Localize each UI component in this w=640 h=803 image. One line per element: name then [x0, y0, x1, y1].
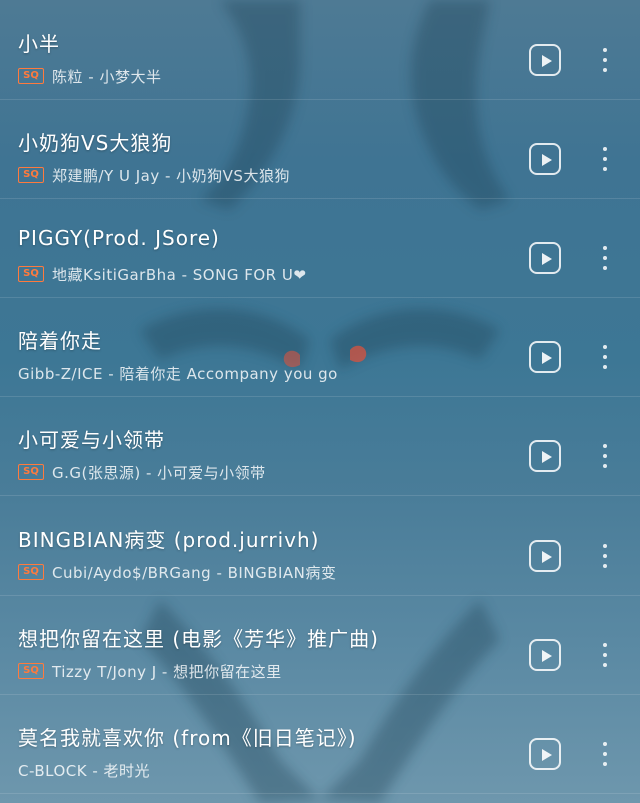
play-icon[interactable] — [529, 44, 561, 76]
song-artist-album: Cubi/Aydo$/BRGang - BINGBIAN病变 — [52, 563, 337, 582]
play-icon[interactable] — [529, 440, 561, 472]
song-subtitle: SQ 地藏KsitiGarBha - SONG FOR U❤ — [18, 264, 306, 284]
song-title: 小奶狗VS大狼狗 — [18, 131, 173, 155]
song-row[interactable]: 小半 SQ 陈粒 - 小梦大半 — [0, 0, 640, 100]
sq-quality-badge: SQ — [18, 167, 44, 183]
song-artist-album: C-BLOCK - 老时光 — [18, 761, 151, 780]
song-row[interactable]: 想把你留在这里 (电影《芳华》推广曲) SQ Tizzy T/Jony J - 想把… — [0, 595, 640, 695]
song-title: 小半 — [18, 32, 60, 56]
song-row[interactable]: 小奶狗VS大狼狗 SQ 郑建鹏/Y U Jay - 小奶狗VS大狼狗 — [0, 99, 640, 199]
song-title: 想把你留在这里 (电影《芳华》推广曲) — [18, 627, 379, 651]
song-artist-album: 地藏KsitiGarBha - SONG FOR U❤ — [52, 265, 307, 284]
song-title: PIGGY(Prod. JSore) — [18, 226, 220, 250]
play-icon[interactable] — [529, 341, 561, 373]
sq-quality-badge: SQ — [18, 663, 44, 679]
song-title: 小可爱与小领带 — [18, 428, 165, 452]
song-subtitle: SQ G.G(张思源) - 小可爱与小领带 — [18, 462, 266, 482]
song-title: 莫名我就喜欢你 (from《旧日笔记》) — [18, 726, 357, 750]
play-icon[interactable] — [529, 738, 561, 770]
play-icon[interactable] — [529, 143, 561, 175]
song-artist-album: 陈粒 - 小梦大半 — [52, 67, 162, 86]
song-artist-album: Gibb-Z/ICE - 陪着你走 Accompany you go — [18, 364, 338, 383]
play-icon[interactable] — [529, 242, 561, 274]
more-vertical-icon[interactable] — [598, 442, 612, 472]
play-icon[interactable] — [529, 540, 561, 572]
song-artist-album: 郑建鹏/Y U Jay - 小奶狗VS大狼狗 — [52, 166, 290, 185]
song-title: 陪着你走 — [18, 329, 102, 353]
more-vertical-icon[interactable] — [598, 244, 612, 274]
song-subtitle: SQ 郑建鹏/Y U Jay - 小奶狗VS大狼狗 — [18, 165, 290, 185]
sq-quality-badge: SQ — [18, 266, 44, 282]
song-title: BINGBIAN病变 (prod.jurrivh) — [18, 528, 320, 552]
song-subtitle: SQ Cubi/Aydo$/BRGang - BINGBIAN病变 — [18, 562, 336, 582]
play-icon[interactable] — [529, 639, 561, 671]
more-vertical-icon[interactable] — [598, 343, 612, 373]
sq-quality-badge: SQ — [18, 68, 44, 84]
song-row[interactable]: 小可爱与小领带 SQ G.G(张思源) - 小可爱与小领带 — [0, 396, 640, 496]
song-subtitle: SQ Tizzy T/Jony J - 想把你留在这里 — [18, 661, 282, 681]
more-vertical-icon[interactable] — [598, 542, 612, 572]
song-row[interactable]: 陪着你走 Gibb-Z/ICE - 陪着你走 Accompany you go — [0, 297, 640, 397]
sq-quality-badge: SQ — [18, 464, 44, 480]
sq-quality-badge: SQ — [18, 564, 44, 580]
song-row[interactable]: 莫名我就喜欢你 (from《旧日笔记》) C-BLOCK - 老时光 — [0, 694, 640, 794]
more-vertical-icon[interactable] — [598, 46, 612, 76]
song-row[interactable]: BINGBIAN病变 (prod.jurrivh) SQ Cubi/Aydo$/BR… — [0, 496, 640, 596]
more-vertical-icon[interactable] — [598, 740, 612, 770]
more-vertical-icon[interactable] — [598, 145, 612, 175]
song-subtitle: C-BLOCK - 老时光 — [18, 760, 150, 780]
song-subtitle: Gibb-Z/ICE - 陪着你走 Accompany you go — [18, 363, 338, 383]
song-artist-album: G.G(张思源) - 小可爱与小领带 — [52, 463, 266, 482]
song-row[interactable]: PIGGY(Prod. JSore) SQ 地藏KsitiGarBha - SONG… — [0, 198, 640, 298]
song-subtitle: SQ 陈粒 - 小梦大半 — [18, 66, 161, 86]
song-artist-album: Tizzy T/Jony J - 想把你留在这里 — [52, 662, 282, 681]
more-vertical-icon[interactable] — [598, 641, 612, 671]
